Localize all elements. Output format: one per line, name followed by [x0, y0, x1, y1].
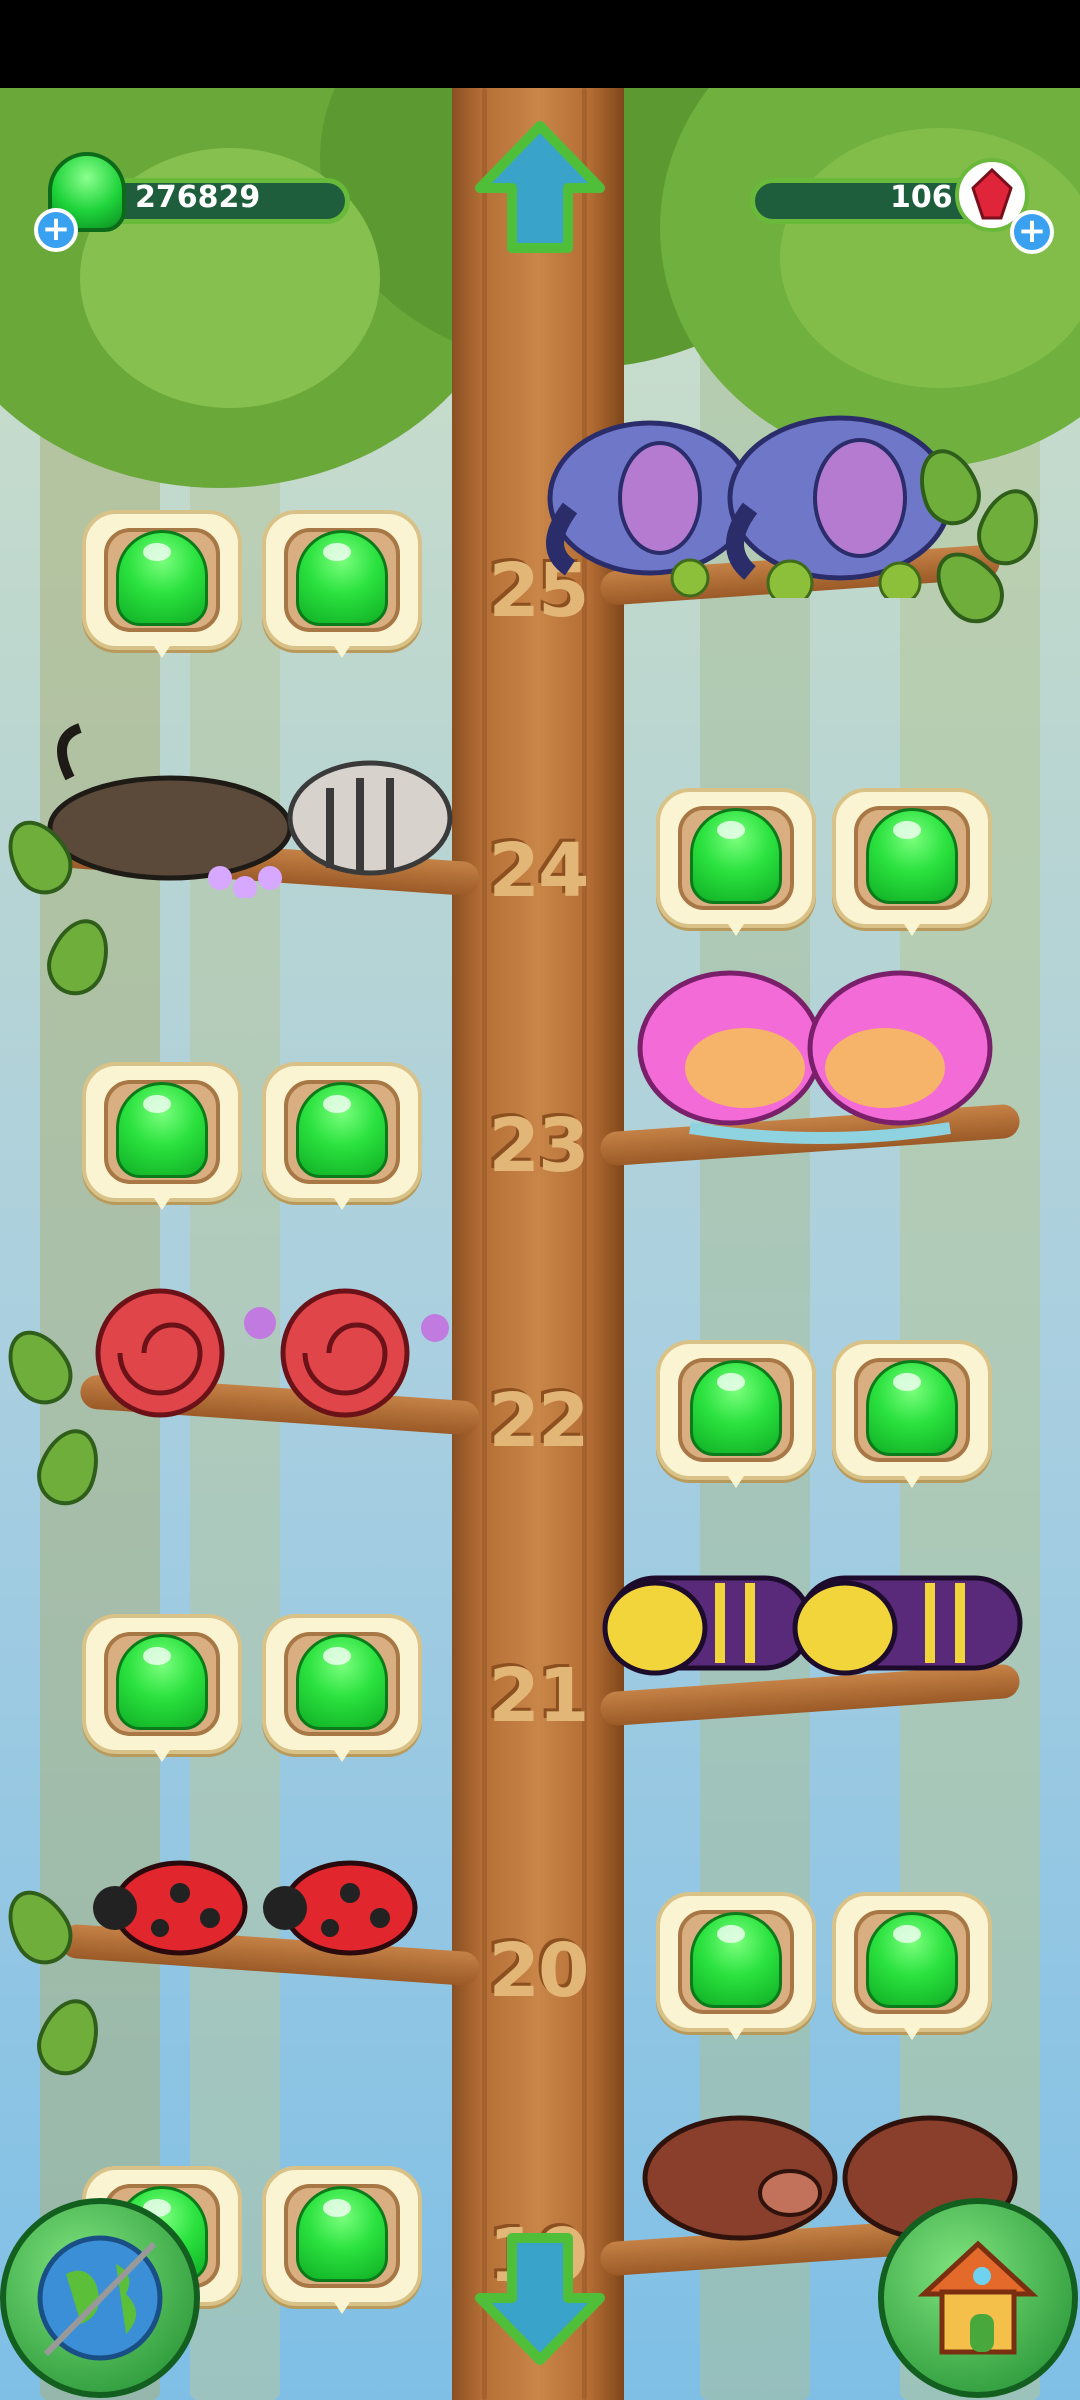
jelly-icon	[296, 1082, 388, 1178]
jelly-icon	[296, 1634, 388, 1730]
jelly-count: 276829	[135, 180, 261, 215]
gem-count: 106	[890, 180, 953, 215]
add-jelly-button[interactable]: +	[34, 208, 78, 252]
ladybug-creature[interactable]	[90, 1848, 430, 1962]
jelly-icon	[116, 530, 208, 626]
jelly-icon	[866, 1912, 958, 2008]
jelly-pad[interactable]	[832, 788, 992, 946]
globe-icon	[37, 2235, 163, 2361]
jelly-icon	[690, 1360, 782, 1456]
jelly-pad[interactable]	[832, 1892, 992, 2050]
add-gems-button[interactable]: +	[1010, 210, 1054, 254]
jelly-pad[interactable]	[82, 1614, 242, 1772]
caterpillar-creature[interactable]	[600, 1558, 1040, 1692]
level-number: 22	[488, 1378, 590, 1464]
tree-scene: 25 24 23 22 21 20 19	[0, 88, 1080, 2400]
arrow-up-icon	[475, 121, 605, 253]
level-number: 20	[488, 1928, 590, 2014]
jelly-pad[interactable]	[262, 1062, 422, 1220]
jelly-pad[interactable]	[82, 1062, 242, 1220]
pink-fish-creature[interactable]	[630, 948, 1010, 1152]
jelly-icon	[296, 2186, 388, 2282]
red-snail-creature[interactable]	[90, 1288, 470, 1422]
jelly-pad[interactable]	[656, 788, 816, 946]
jelly-icon	[296, 530, 388, 626]
gem-counter[interactable]: 106 +	[720, 128, 1060, 254]
home-button[interactable]	[878, 2198, 1078, 2398]
status-bar	[0, 0, 1080, 88]
wildebeest-and-zebra-creature[interactable]	[30, 718, 470, 902]
level-number: 21	[488, 1653, 590, 1739]
arrow-down-icon	[475, 2233, 605, 2365]
jelly-counter[interactable]: 276829 +	[30, 128, 360, 252]
jelly-pad[interactable]	[82, 510, 242, 668]
jelly-pad[interactable]	[262, 510, 422, 668]
jelly-pad[interactable]	[262, 2166, 422, 2324]
jelly-pad[interactable]	[832, 1340, 992, 1498]
jelly-icon	[690, 1912, 782, 2008]
elephant-creature[interactable]	[540, 398, 980, 607]
house-icon	[917, 2240, 1039, 2355]
scroll-down-button[interactable]	[470, 2228, 610, 2368]
jelly-icon	[866, 808, 958, 904]
jelly-icon	[866, 1360, 958, 1456]
level-number: 23	[488, 1103, 590, 1189]
level-number: 24	[488, 828, 590, 914]
world-map-button[interactable]	[0, 2198, 200, 2398]
jelly-pad[interactable]	[262, 1614, 422, 1772]
jelly-pad[interactable]	[656, 1340, 816, 1498]
jelly-icon	[116, 1082, 208, 1178]
scroll-up-button[interactable]	[470, 118, 610, 258]
jelly-icon	[690, 808, 782, 904]
jelly-pad[interactable]	[656, 1892, 816, 2050]
jelly-icon	[116, 1634, 208, 1730]
